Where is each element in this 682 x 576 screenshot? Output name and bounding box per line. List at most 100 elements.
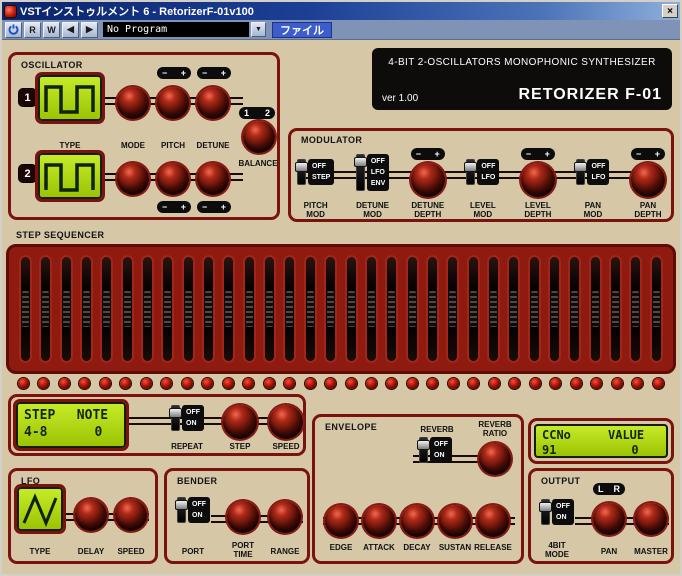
step-knob[interactable] (223, 405, 257, 439)
step-slider-handle[interactable] (103, 291, 111, 327)
4bit-mode-switch[interactable]: OFF ON (539, 499, 574, 525)
step-slider-handle[interactable] (367, 291, 375, 327)
step-slider-handle[interactable] (245, 291, 253, 327)
step-slider-track[interactable] (120, 255, 134, 363)
step-slider[interactable] (649, 255, 663, 363)
port-switch[interactable]: OFF ON (175, 497, 210, 523)
step-slider[interactable] (80, 255, 94, 363)
level-depth-knob[interactable] (520, 162, 555, 197)
detune-depth-stepper[interactable]: − + (410, 147, 445, 160)
minus-icon[interactable]: − (162, 68, 167, 78)
osc2-pitch-stepper[interactable]: − + (157, 201, 191, 213)
file-menu-button[interactable]: ファイル (272, 21, 332, 38)
minus-icon[interactable]: − (416, 149, 421, 159)
step-slider[interactable] (222, 255, 236, 363)
step-slider-handle[interactable] (571, 291, 579, 327)
step-slider[interactable] (385, 255, 399, 363)
osc2-type-display[interactable] (38, 153, 102, 199)
sustain-knob[interactable] (439, 505, 471, 537)
plus-icon[interactable]: + (181, 202, 186, 212)
step-slider-handle[interactable] (449, 291, 457, 327)
step-slider-track[interactable] (161, 255, 175, 363)
repeat-switch[interactable]: OFF ON (169, 405, 204, 431)
step-slider[interactable] (466, 255, 480, 363)
step-slider-handle[interactable] (469, 291, 477, 327)
step-slider-handle[interactable] (266, 291, 274, 327)
balance-knob[interactable] (243, 121, 275, 153)
osc1-type-display[interactable] (38, 75, 102, 121)
step-slider-track[interactable] (364, 255, 378, 363)
switch-handle[interactable] (417, 440, 430, 450)
port-time-knob[interactable] (227, 501, 259, 533)
step-slider[interactable] (608, 255, 622, 363)
switch-handle[interactable] (464, 162, 478, 172)
step-slider[interactable] (59, 255, 73, 363)
switch-handle[interactable] (574, 162, 588, 172)
power-button[interactable] (5, 21, 22, 38)
minus-icon[interactable]: − (526, 149, 531, 159)
step-slider-handle[interactable] (83, 291, 91, 327)
step-slider-handle[interactable] (144, 291, 152, 327)
step-slider[interactable] (39, 255, 53, 363)
step-slider-handle[interactable] (550, 291, 558, 327)
step-slider[interactable] (324, 255, 338, 363)
plus-icon[interactable]: + (435, 149, 440, 159)
step-slider-track[interactable] (629, 255, 643, 363)
step-slider[interactable] (547, 255, 561, 363)
step-slider[interactable] (303, 255, 317, 363)
pan-depth-knob[interactable] (630, 162, 665, 197)
step-slider-track[interactable] (283, 255, 297, 363)
step-slider-track[interactable] (608, 255, 622, 363)
switch-handle[interactable] (169, 408, 182, 418)
detune-depth-knob[interactable] (410, 162, 445, 197)
step-slider[interactable] (629, 255, 643, 363)
osc2-pitch-knob[interactable] (157, 163, 189, 195)
step-slider-track[interactable] (263, 255, 277, 363)
step-slider[interactable] (425, 255, 439, 363)
step-slider-handle[interactable] (591, 291, 599, 327)
step-slider-track[interactable] (100, 255, 114, 363)
step-slider-track[interactable] (303, 255, 317, 363)
step-slider-handle[interactable] (530, 291, 538, 327)
step-slider-track[interactable] (19, 255, 32, 363)
step-slider[interactable] (527, 255, 541, 363)
step-slider-track[interactable] (141, 255, 155, 363)
step-slider-handle[interactable] (42, 291, 50, 327)
osc1-mode-knob[interactable] (117, 87, 149, 119)
minus-icon[interactable]: − (636, 149, 641, 159)
step-slider-handle[interactable] (22, 291, 29, 327)
prev-program-button[interactable]: ◀ (62, 21, 79, 38)
step-slider-track[interactable] (39, 255, 53, 363)
step-slider[interactable] (263, 255, 277, 363)
step-slider-track[interactable] (568, 255, 582, 363)
plus-icon[interactable]: + (181, 68, 186, 78)
next-program-button[interactable]: ▶ (81, 21, 98, 38)
step-slider-handle[interactable] (164, 291, 172, 327)
step-slider-track[interactable] (588, 255, 602, 363)
plus-icon[interactable]: + (221, 202, 226, 212)
step-slider[interactable] (344, 255, 358, 363)
step-slider-handle[interactable] (428, 291, 436, 327)
step-slider[interactable] (283, 255, 297, 363)
pan-depth-stepper[interactable]: − + (630, 147, 665, 160)
step-slider-handle[interactable] (652, 291, 660, 327)
lfo-type-display[interactable] (17, 487, 63, 531)
switch-handle[interactable] (539, 502, 552, 512)
master-knob[interactable] (635, 503, 667, 535)
step-slider-track[interactable] (324, 255, 338, 363)
step-slider-handle[interactable] (286, 291, 294, 327)
step-slider[interactable] (446, 255, 460, 363)
release-knob[interactable] (477, 505, 509, 537)
pan-mod-switch[interactable]: OFF LFO (574, 159, 610, 185)
osc2-detune-stepper[interactable]: − + (197, 201, 231, 213)
step-slider-track[interactable] (649, 255, 663, 363)
lfo-speed-knob[interactable] (115, 499, 147, 531)
step-slider-track[interactable] (547, 255, 561, 363)
minus-icon[interactable]: − (202, 202, 207, 212)
step-slider-track[interactable] (425, 255, 439, 363)
plus-icon[interactable]: + (545, 149, 550, 159)
step-slider-handle[interactable] (611, 291, 619, 327)
step-slider-handle[interactable] (489, 291, 497, 327)
switch-handle[interactable] (353, 156, 367, 167)
osc1-detune-stepper[interactable]: − + (197, 67, 231, 79)
